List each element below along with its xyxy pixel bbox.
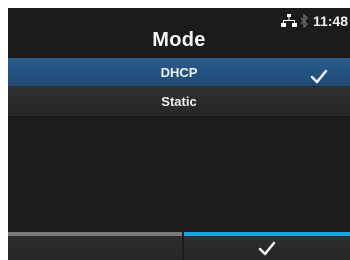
network-icon [280, 14, 297, 28]
option-static[interactable]: Static [8, 87, 350, 116]
softkey-bar [8, 232, 350, 260]
empty-list-area [8, 119, 350, 231]
checkmark-icon [310, 65, 328, 84]
status-bar: 11:48 [280, 12, 348, 30]
softkey-left[interactable] [8, 232, 182, 260]
header: Mode 11:48 [8, 8, 350, 57]
option-label: Static [161, 94, 197, 109]
printer-screen: Mode 11:48 DHCP Static [8, 8, 350, 260]
mode-option-list: DHCP Static [8, 58, 350, 116]
softkey-confirm[interactable] [184, 232, 350, 260]
bluetooth-icon [300, 13, 309, 29]
checkmark-icon [258, 241, 276, 256]
page-title: Mode [152, 29, 206, 51]
clock: 11:48 [312, 13, 348, 29]
option-label: DHCP [160, 65, 198, 80]
option-dhcp[interactable]: DHCP [8, 58, 350, 87]
